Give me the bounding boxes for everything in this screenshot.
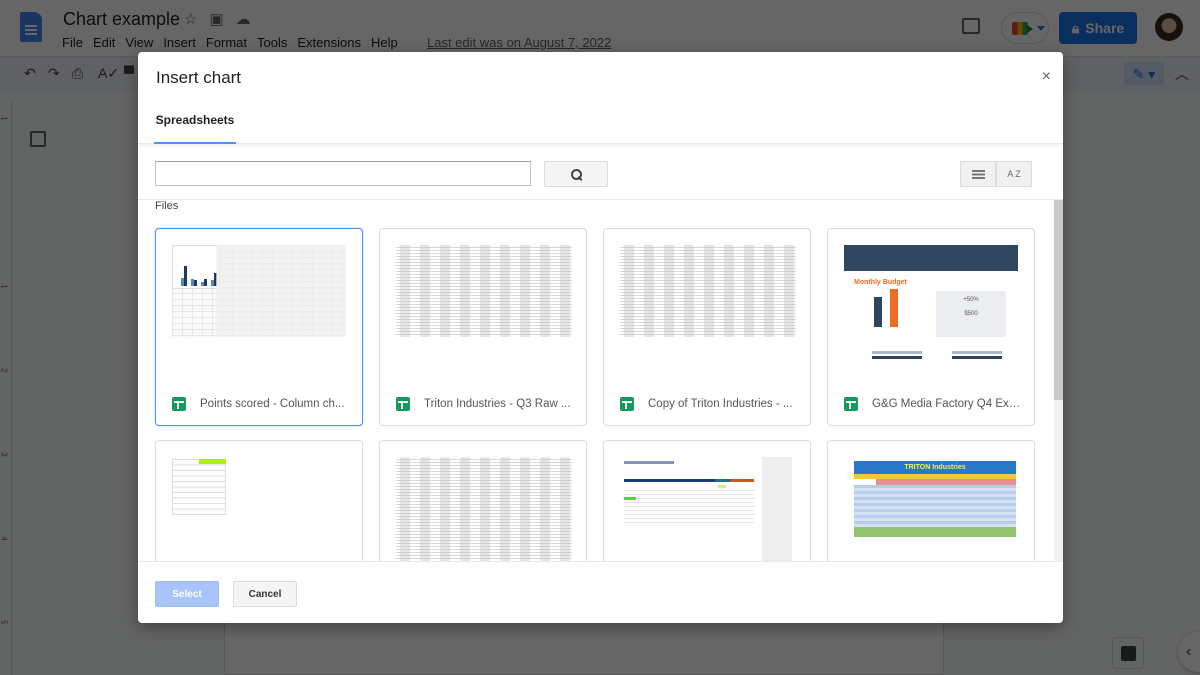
insert-chart-dialog: Insert chart × Spreadsheets A Z Files Po…: [138, 52, 1063, 623]
tracking-header-band: [624, 479, 754, 482]
tracking-rows: [624, 487, 754, 523]
scrollbar-thumb[interactable]: [1054, 200, 1063, 400]
file-thumbnail: [172, 245, 346, 337]
file-card[interactable]: [379, 440, 587, 561]
table-thumbnail-text: [396, 457, 572, 561]
budget-header-band: [844, 245, 1018, 271]
list-icon: [971, 169, 985, 179]
file-thumbnail: [396, 457, 572, 561]
cancel-button[interactable]: Cancel: [233, 581, 297, 607]
file-card[interactable]: Points scored - Column ch...: [155, 228, 363, 426]
file-thumbnail: Monthly Budget +50% $500: [844, 245, 1018, 385]
budget-heading: Monthly Budget: [854, 279, 907, 286]
dialog-tabs: Spreadsheets: [138, 102, 1063, 144]
budget-progress-bar: [952, 351, 1002, 354]
sheet-shaded-area: [216, 245, 346, 337]
tab-spreadsheets[interactable]: Spreadsheets: [154, 113, 236, 144]
budget-amount: $500: [964, 311, 978, 317]
close-icon[interactable]: ×: [1042, 68, 1051, 86]
sheets-icon: [844, 397, 858, 411]
mini-bar: [191, 279, 194, 286]
tracking-title: [624, 461, 674, 464]
budget-progress-bar: [872, 356, 922, 359]
sheets-icon: [620, 397, 634, 411]
sheets-icon: [172, 397, 186, 411]
mini-column-chart: [181, 266, 217, 286]
triton-data-rows: [854, 485, 1016, 527]
dialog-footer: Select Cancel: [138, 561, 1063, 623]
search-button[interactable]: [544, 161, 608, 187]
budget-percent: +50%: [963, 297, 979, 303]
triton-total-row: [854, 527, 1016, 537]
tracking-status-cell: [624, 497, 636, 500]
file-thumbnail: TRITON Industries: [854, 457, 1016, 561]
mini-bar: [204, 279, 207, 286]
files-grid: Files Points scored - Column ch... Trito…: [138, 200, 1063, 561]
file-name: Points scored - Column ch...: [200, 398, 345, 410]
select-button[interactable]: Select: [155, 581, 219, 607]
search-input[interactable]: [155, 161, 531, 186]
file-name: Copy of Triton Industries - ...: [648, 398, 793, 410]
search-icon: [570, 168, 582, 180]
budget-progress-bar: [872, 351, 922, 354]
mini-bar: [211, 280, 214, 286]
file-name: Triton Industries - Q3 Raw ...: [424, 398, 571, 410]
sort-button[interactable]: A Z: [996, 161, 1032, 187]
file-card[interactable]: TRITON Industries: [827, 440, 1035, 561]
file-thumbnail: [172, 457, 346, 549]
budget-bar-end: [890, 289, 898, 327]
list-thumbnail: [172, 459, 226, 515]
mini-bar: [194, 280, 197, 286]
table-thumbnail-text: [396, 245, 572, 337]
file-card[interactable]: [603, 440, 811, 561]
tracking-side-panel: [762, 457, 792, 561]
search-row: A Z: [138, 145, 1063, 200]
file-name: G&G Media Factory Q4 Exp...: [872, 398, 1024, 410]
highlighted-cell: [199, 459, 226, 464]
budget-progress-bar: [952, 356, 1002, 359]
sheets-icon: [396, 397, 410, 411]
mini-bar: [201, 282, 204, 286]
files-label: Files: [155, 200, 179, 212]
dialog-title: Insert chart: [156, 68, 242, 87]
budget-bar-start: [874, 297, 882, 327]
file-thumbnail: [396, 245, 572, 337]
table-thumbnail-text: [620, 245, 796, 337]
file-card[interactable]: Triton Industries - Q3 Raw ...: [379, 228, 587, 426]
file-card[interactable]: [155, 440, 363, 561]
files-scrollbar[interactable]: [1054, 200, 1063, 561]
file-card[interactable]: Monthly Budget +50% $500 G&G Media Facto…: [827, 228, 1035, 426]
file-card[interactable]: Copy of Triton Industries - ...: [603, 228, 811, 426]
mini-bar: [184, 266, 187, 286]
sort-az-icon: A Z: [1007, 169, 1021, 179]
triton-heading: TRITON Industries: [854, 461, 1016, 474]
file-thumbnail: [620, 457, 794, 561]
file-thumbnail: [620, 245, 796, 337]
chart-thumbnail-panel: [172, 245, 220, 289]
tracking-highlight-cell: [718, 485, 726, 488]
mini-bar: [181, 278, 184, 286]
budget-summary-box: +50% $500: [936, 291, 1006, 337]
list-view-button[interactable]: [960, 161, 996, 187]
